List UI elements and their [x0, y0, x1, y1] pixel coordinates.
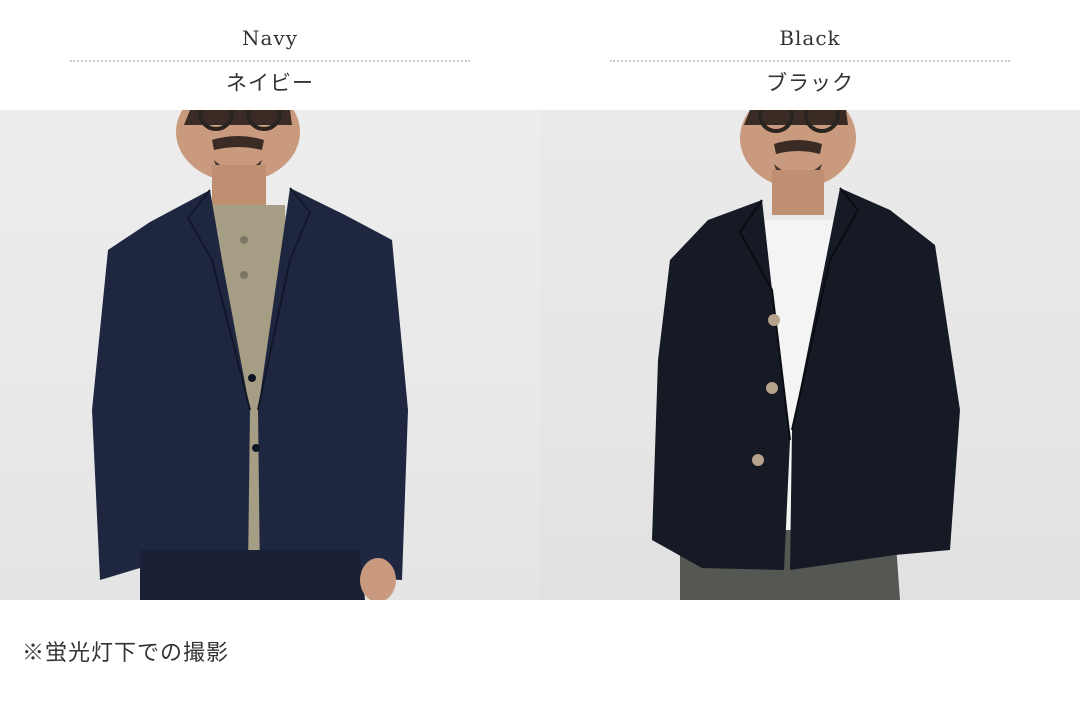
- navy-jacket-photo: [0, 110, 540, 600]
- color-name-en: Black: [779, 26, 841, 50]
- color-name-ja: ネイビー: [226, 71, 314, 95]
- jacket-button: [252, 444, 260, 452]
- black-jacket-photo: [540, 110, 1080, 600]
- black-header: Black ブラック: [610, 0, 1010, 110]
- navy-header: Navy ネイビー: [70, 0, 470, 110]
- color-name-en: Navy: [241, 26, 299, 50]
- jacket-button: [768, 314, 780, 326]
- jacket-button: [248, 374, 256, 382]
- dotted-divider: [70, 60, 470, 62]
- black-model-illustration: [652, 110, 960, 600]
- dotted-divider: [610, 60, 1010, 62]
- jacket-button: [752, 454, 764, 466]
- navy-model-illustration: [92, 110, 408, 600]
- color-name-ja: ブラック: [766, 71, 854, 95]
- jacket-button: [766, 382, 778, 394]
- neck: [772, 170, 824, 215]
- hand: [360, 558, 396, 600]
- trousers: [140, 550, 365, 600]
- lighting-note: ※蛍光灯下での撮影: [22, 641, 230, 666]
- shirt-button: [240, 271, 248, 279]
- shirt-button: [240, 236, 248, 244]
- neck: [212, 165, 266, 210]
